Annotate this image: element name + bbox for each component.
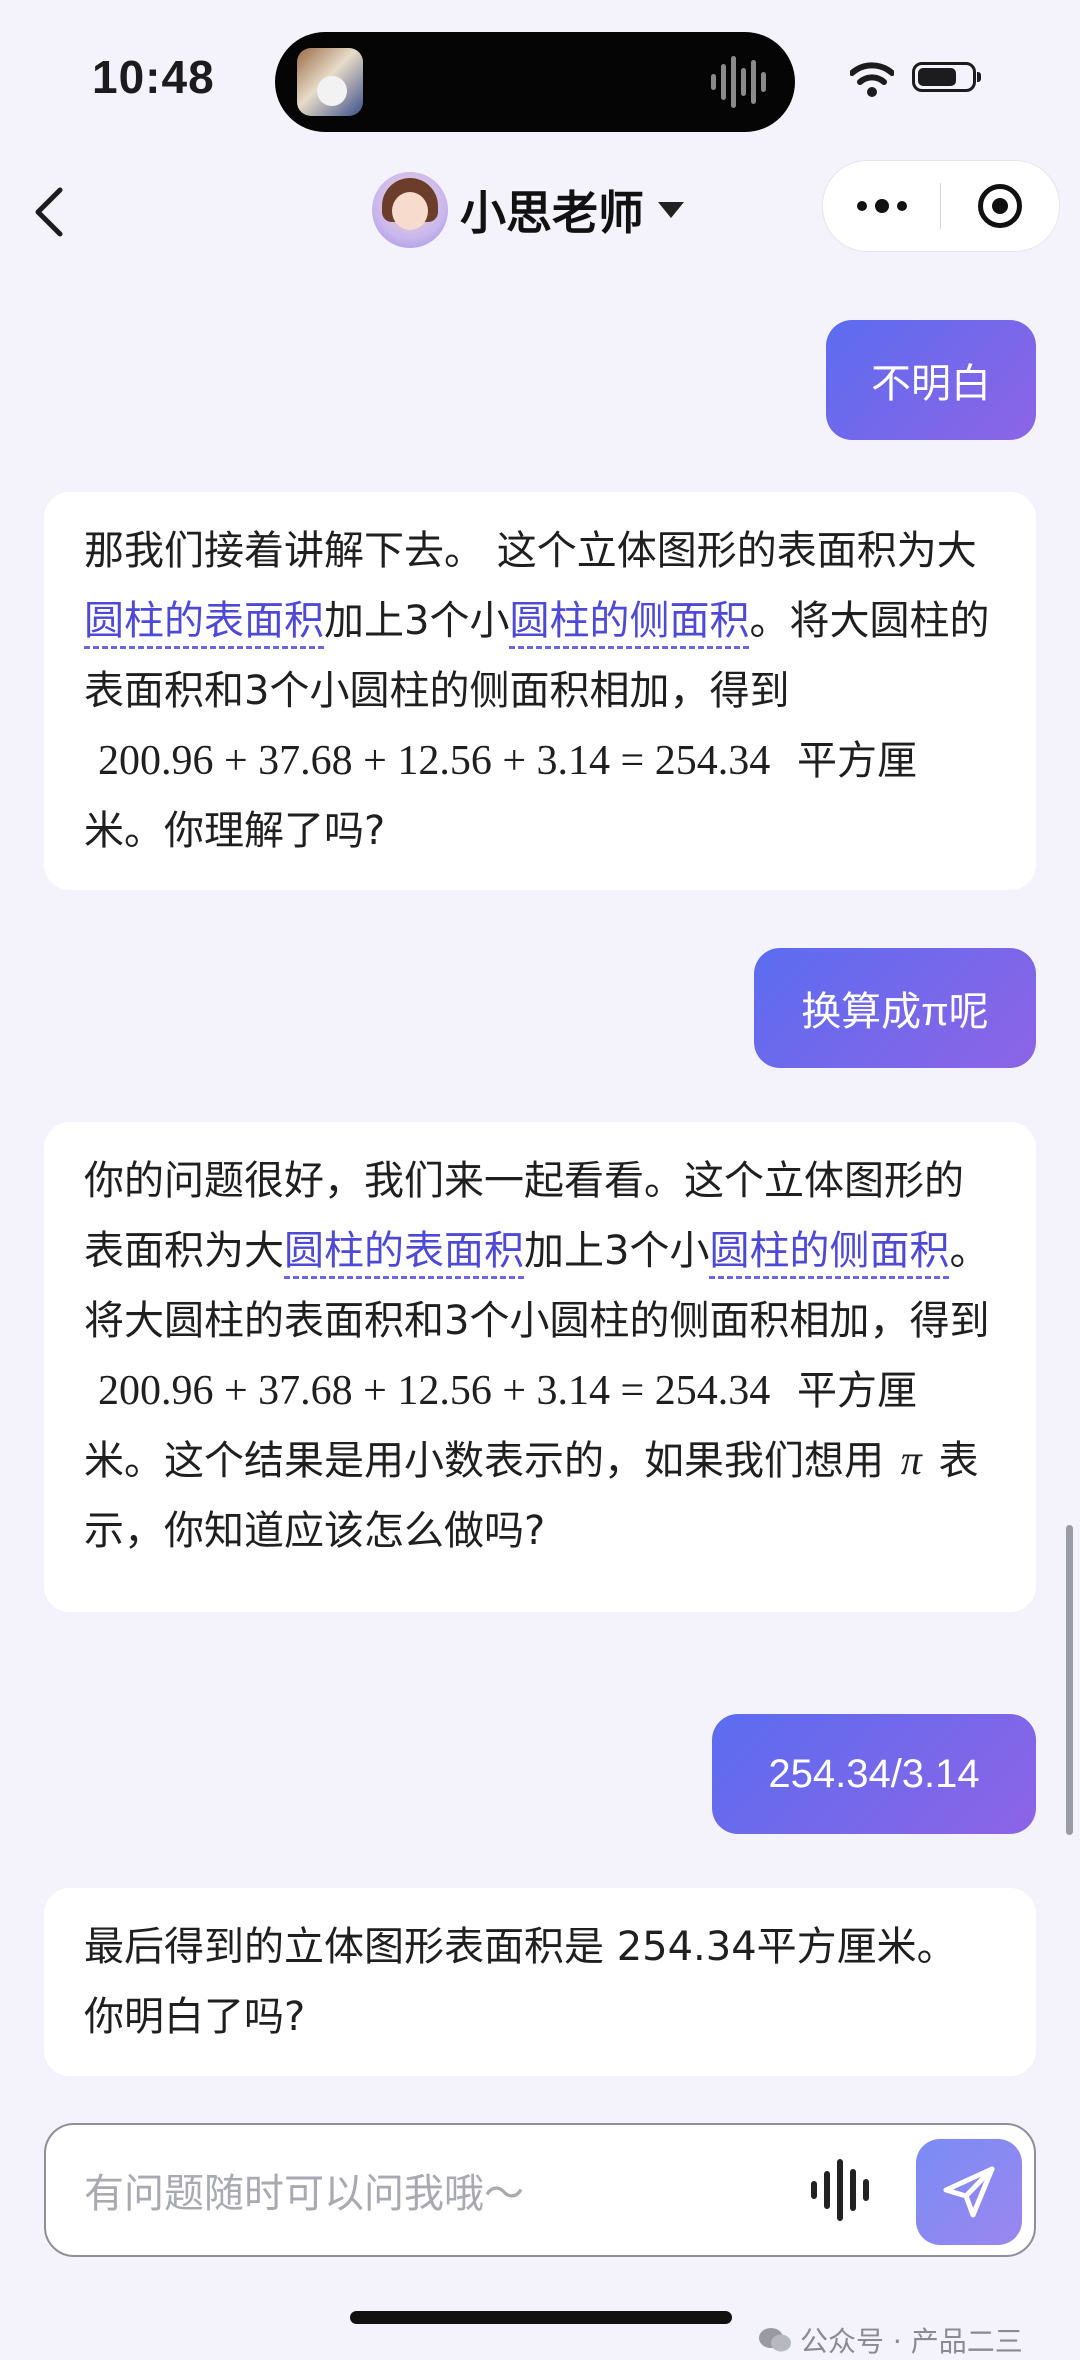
- assistant-switcher[interactable]: 小思老师: [372, 170, 684, 250]
- nav-bar: 小思老师: [0, 160, 1080, 260]
- caret-down-icon: [658, 202, 684, 218]
- watermark: 公众号 · 产品二三: [758, 2320, 1023, 2360]
- assistant-message: 你的问题很好，我们来一起看看。这个立体图形的表面积为大圆柱的表面积加上3个小圆柱…: [44, 1122, 1036, 1612]
- user-message: 不明白: [826, 320, 1036, 440]
- close-target-icon: [978, 184, 1022, 228]
- message-text: 加上3个小: [324, 598, 510, 644]
- miniprogram-capsule: [822, 160, 1060, 252]
- assistant-message: 最后得到的立体图形表面积是 254.34平方厘米。你明白了吗?: [44, 1888, 1036, 2076]
- wifi-icon: [850, 62, 894, 97]
- message-text: 不明白: [871, 362, 991, 406]
- assistant-message: 那我们接着讲解下去。 这个立体图形的表面积为大圆柱的表面积加上3个小圆柱的侧面积…: [44, 492, 1036, 890]
- watermark-text: 公众号 · 产品二三: [800, 2325, 1023, 2358]
- user-message: 254.34/3.14: [712, 1714, 1036, 1834]
- audio-wave-icon: [711, 56, 766, 108]
- keyword-link[interactable]: 圆柱的侧面积: [709, 1228, 950, 1279]
- voice-icon[interactable]: [808, 2157, 878, 2223]
- input-placeholder: 有问题随时可以问我哦～: [84, 2171, 524, 2217]
- scrollbar[interactable]: [1066, 1525, 1073, 1835]
- keyword-link[interactable]: 圆柱的表面积: [84, 598, 324, 649]
- more-dots-icon: [856, 199, 907, 213]
- more-button[interactable]: [823, 161, 940, 251]
- message-text: 换算成π呢: [801, 990, 989, 1034]
- close-button[interactable]: [941, 161, 1059, 251]
- status-bar: 10:48: [0, 0, 1080, 160]
- home-indicator: [350, 2311, 732, 2324]
- send-icon: [943, 2166, 995, 2218]
- keyword-link[interactable]: 圆柱的表面积: [284, 1228, 524, 1279]
- user-message: 换算成π呢: [754, 948, 1036, 1068]
- page-title: 小思老师: [460, 186, 644, 240]
- message-text: 那我们接着讲解下去。 这个立体图形的表面积为大: [84, 528, 977, 574]
- dynamic-island[interactable]: [275, 32, 795, 132]
- math-formula: 200.96 + 37.68 + 12.56 + 3.14 = 254.34: [98, 738, 771, 784]
- clock: 10:48: [92, 51, 215, 103]
- back-icon[interactable]: [22, 182, 82, 242]
- message-input[interactable]: 有问题随时可以问我哦～: [44, 2123, 1036, 2257]
- keyword-link[interactable]: 圆柱的侧面积: [509, 598, 750, 649]
- media-thumbnail: [297, 48, 363, 116]
- math-formula: 200.96 + 37.68 + 12.56 + 3.14 = 254.34: [98, 1368, 771, 1414]
- avatar: [372, 172, 448, 248]
- message-text: 最后得到的立体图形表面积是 254.34平方厘米。你明白了吗?: [84, 1924, 957, 2040]
- message-text: 254.34/3.14: [768, 1751, 980, 1796]
- math-symbol: π: [900, 1438, 922, 1484]
- message-text: 加上3个小: [524, 1228, 710, 1274]
- wechat-icon: [759, 2328, 791, 2352]
- send-button[interactable]: [916, 2139, 1022, 2245]
- battery-icon: [912, 62, 981, 92]
